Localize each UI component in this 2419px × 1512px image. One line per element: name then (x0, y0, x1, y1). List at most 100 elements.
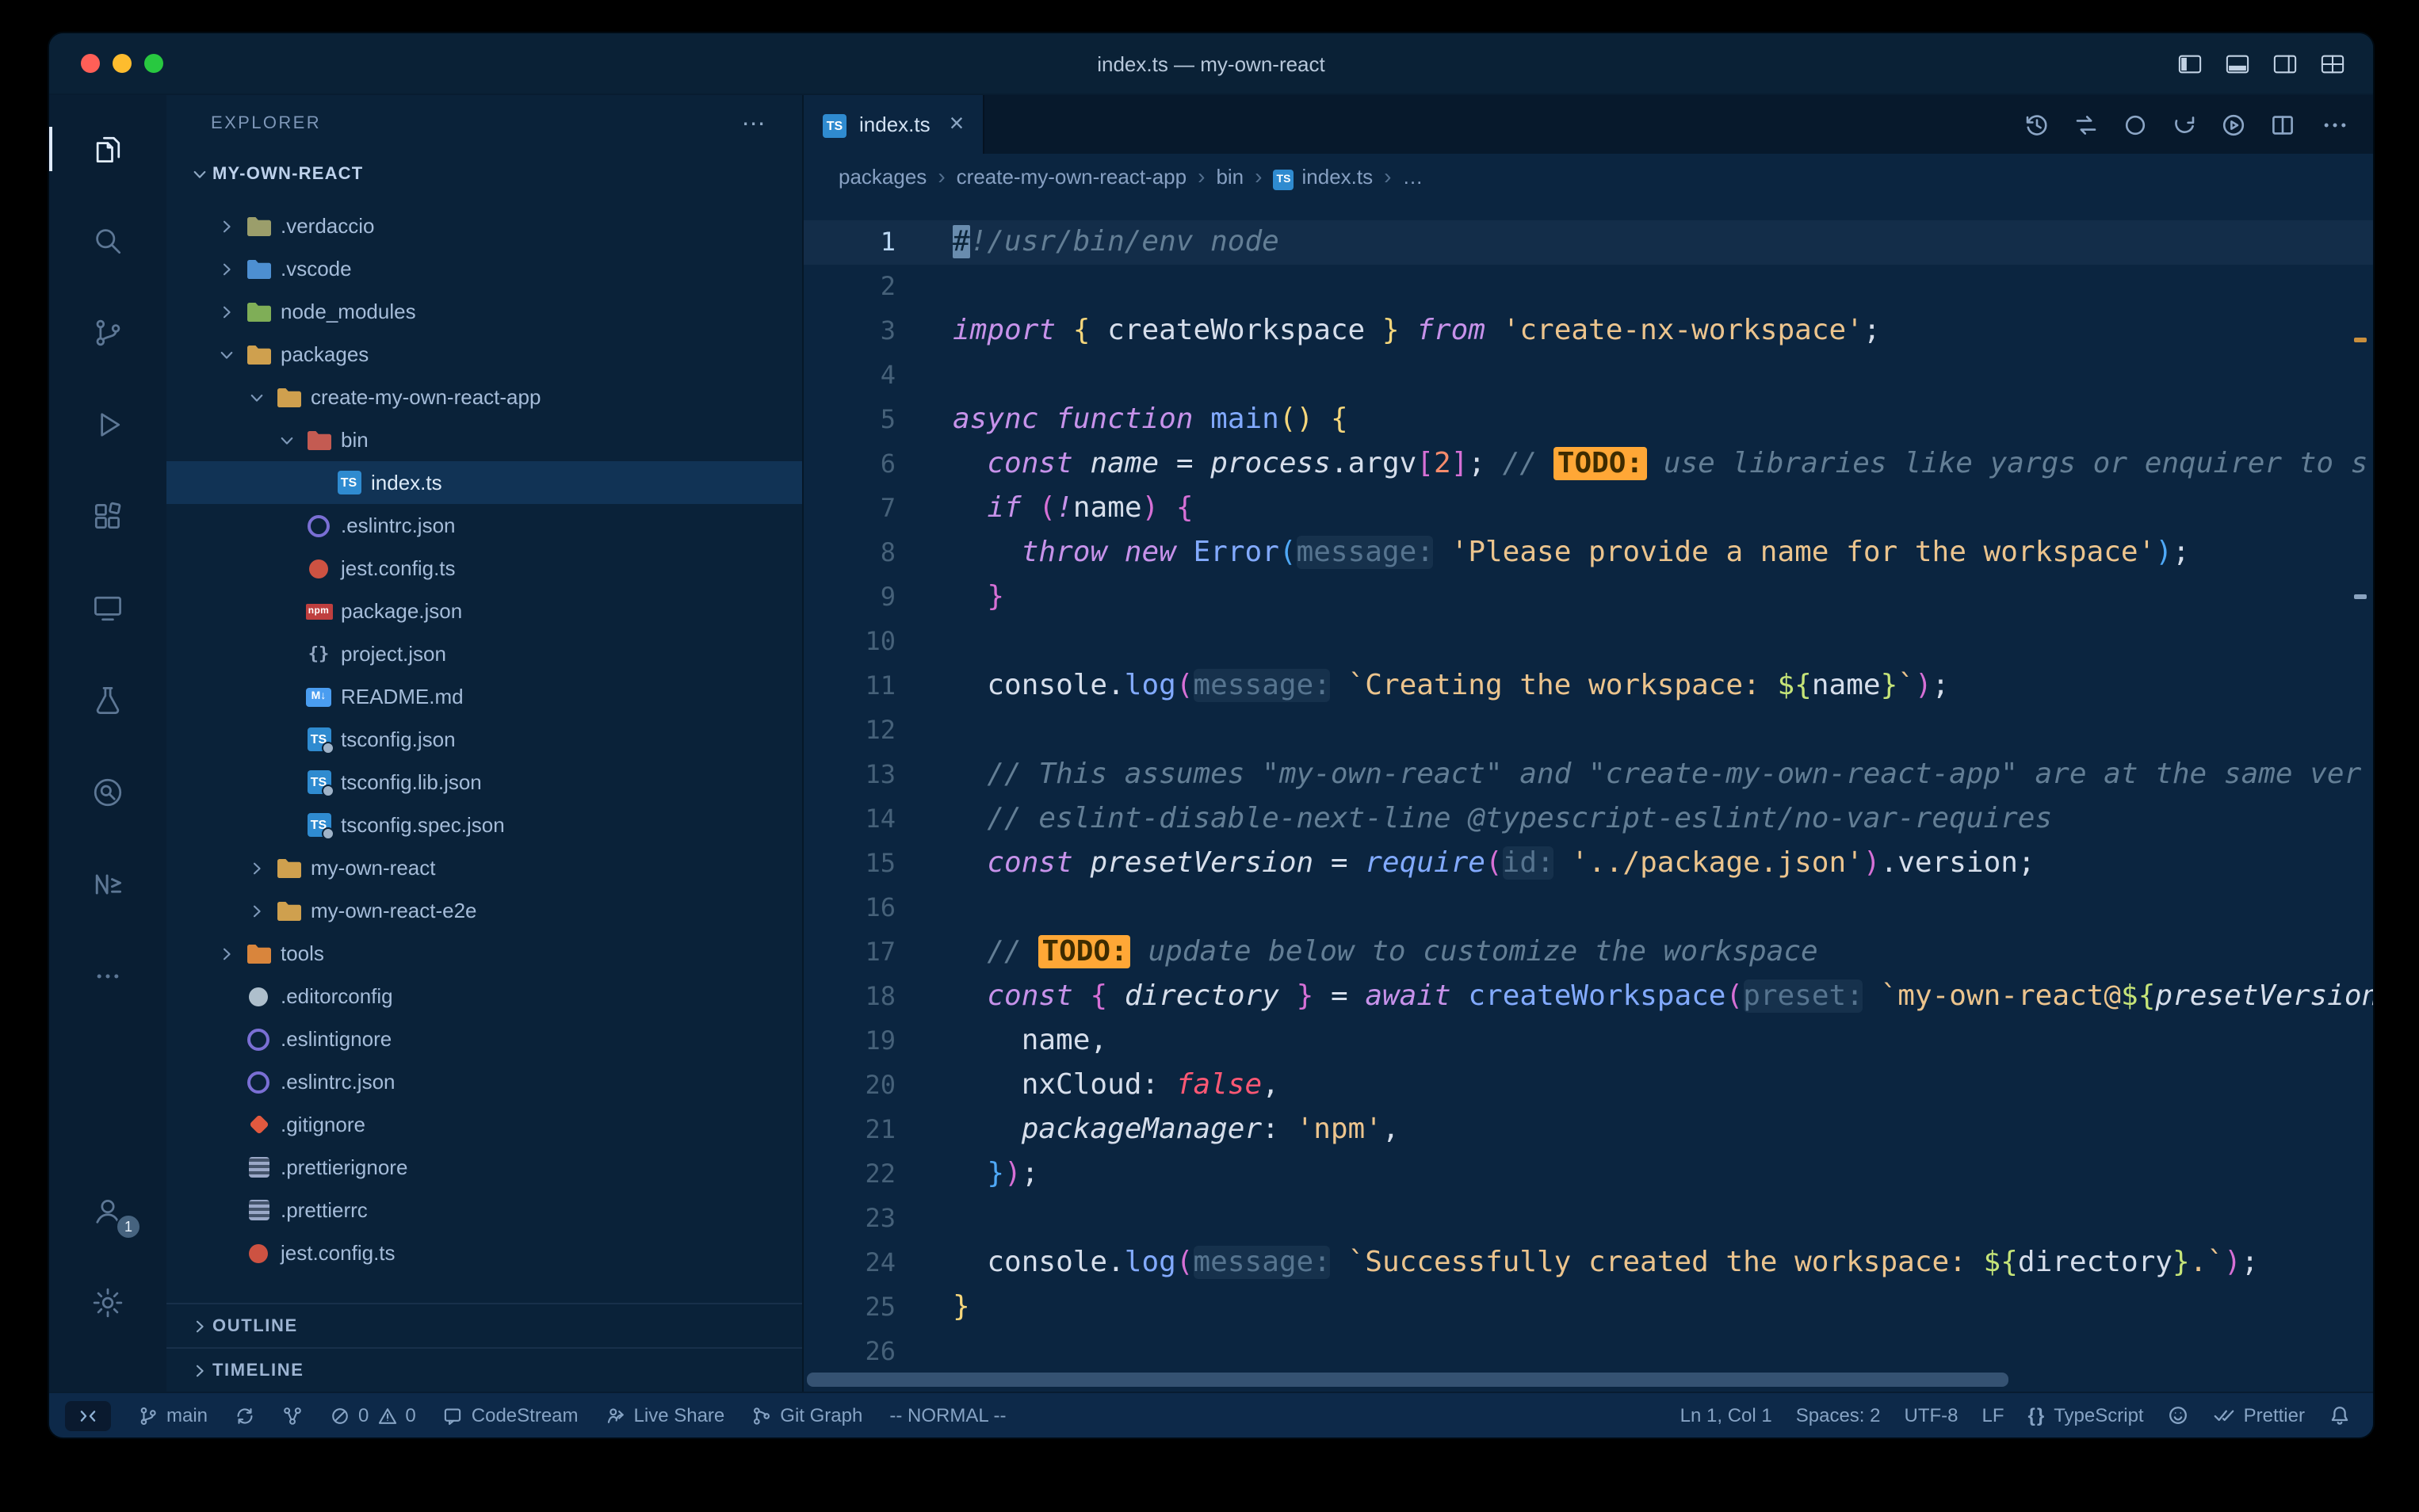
line-number[interactable]: 13 (804, 753, 896, 797)
open-changes-icon[interactable] (2073, 112, 2099, 137)
line-number[interactable]: 25 (804, 1285, 896, 1330)
breadcrumb-more[interactable]: … (1402, 164, 1423, 188)
tree-item-packages[interactable]: packages (166, 333, 802, 376)
code-line-23[interactable]: 23 (804, 1197, 2373, 1241)
tree-item-prettierignore[interactable]: .prettierignore (166, 1146, 802, 1189)
code-line-4[interactable]: 4 (804, 353, 2373, 398)
status-indentation[interactable]: Spaces: 2 (1796, 1404, 1881, 1426)
run-file-icon[interactable] (2221, 112, 2246, 137)
line-number[interactable]: 7 (804, 487, 896, 531)
line-number[interactable]: 11 (804, 664, 896, 708)
line-number[interactable]: 12 (804, 708, 896, 753)
tab-index-ts[interactable]: TS index.ts × (804, 95, 984, 154)
minimize-window-button[interactable] (113, 54, 132, 73)
close-window-button[interactable] (81, 54, 100, 73)
activity-testing[interactable] (49, 669, 166, 732)
breadcrumb-index-ts[interactable]: TSindex.ts (1274, 162, 1374, 189)
code-line-26[interactable]: 26 (804, 1330, 2373, 1374)
status-encoding[interactable]: UTF-8 (1905, 1404, 1959, 1426)
rerun-task-icon[interactable] (2172, 112, 2197, 137)
activity-remote-explorer[interactable] (49, 577, 166, 640)
code-line-3[interactable]: 3import { createWorkspace } from 'create… (804, 309, 2373, 353)
line-number[interactable]: 1 (804, 220, 896, 265)
status-live-share[interactable]: Live Share (606, 1404, 725, 1426)
code-line-11[interactable]: 11 console.log(message: `Creating the wo… (804, 664, 2373, 708)
status-language-mode[interactable]: {}TypeScript (2028, 1404, 2144, 1426)
activity-explorer[interactable] (49, 117, 166, 181)
chevron-down-icon[interactable] (241, 388, 271, 407)
status-remote-indicator[interactable] (65, 1400, 111, 1430)
tree-item-gitignore[interactable]: .gitignore (166, 1103, 802, 1146)
status-cursor-position[interactable]: Ln 1, Col 1 (1680, 1404, 1772, 1426)
chevron-right-icon[interactable] (211, 302, 241, 321)
tree-item-vscode[interactable]: .vscode (166, 247, 802, 290)
toggle-panel-icon[interactable] (2226, 52, 2249, 75)
code-line-24[interactable]: 24 console.log(message: `Successfully cr… (804, 1241, 2373, 1285)
code-line-17[interactable]: 17 // TODO: update below to customize th… (804, 930, 2373, 975)
chevron-right-icon[interactable] (211, 944, 241, 963)
more-actions-icon[interactable] (2319, 109, 2351, 140)
line-number[interactable]: 21 (804, 1108, 896, 1152)
chevron-right-icon[interactable] (241, 901, 271, 920)
breadcrumb-bin[interactable]: bin (1216, 164, 1244, 188)
tree-item-jest-config-ts[interactable]: jest.config.ts (166, 1231, 802, 1274)
line-number[interactable]: 5 (804, 398, 896, 442)
chevron-down-icon[interactable] (271, 430, 301, 449)
tree-item-prettierrc[interactable]: .prettierrc (166, 1189, 802, 1231)
line-number[interactable]: 26 (804, 1330, 896, 1374)
tree-item-verdaccio[interactable]: .verdaccio (166, 204, 802, 247)
tree-item-bin[interactable]: bin (166, 418, 802, 461)
line-number[interactable]: 9 (804, 575, 896, 620)
line-number[interactable]: 15 (804, 842, 896, 886)
toggle-primary-sidebar-icon[interactable] (2178, 52, 2202, 75)
activity-more-views[interactable] (49, 945, 166, 1008)
explorer-more-actions-icon[interactable]: ⋯ (742, 109, 767, 138)
line-number[interactable]: 22 (804, 1152, 896, 1197)
code-line-25[interactable]: 25} (804, 1285, 2373, 1330)
code-line-9[interactable]: 9 } (804, 575, 2373, 620)
outline-section[interactable]: OUTLINE (166, 1303, 802, 1347)
line-number[interactable]: 20 (804, 1063, 896, 1108)
tree-item-create-my-own-react-app[interactable]: create-my-own-react-app (166, 376, 802, 418)
code-line-10[interactable]: 10 (804, 620, 2373, 664)
toggle-secondary-sidebar-icon[interactable] (2273, 52, 2297, 75)
project-section-header[interactable]: MY-OWN-REACT (166, 152, 802, 195)
activity-nx-console[interactable] (49, 853, 166, 916)
tree-item-eslintignore[interactable]: .eslintignore (166, 1018, 802, 1060)
line-number[interactable]: 16 (804, 886, 896, 930)
line-number[interactable]: 3 (804, 309, 896, 353)
status-sync-changes[interactable] (235, 1405, 255, 1426)
code-line-1[interactable]: 1#!/usr/bin/env node (804, 220, 2373, 265)
chevron-right-icon[interactable] (211, 259, 241, 278)
code-line-14[interactable]: 14 // eslint-disable-next-line @typescri… (804, 797, 2373, 842)
line-number[interactable]: 4 (804, 353, 896, 398)
tree-item-my-own-react-e2e[interactable]: my-own-react-e2e (166, 889, 802, 932)
activity-gitlens[interactable] (49, 761, 166, 824)
activity-search[interactable] (49, 209, 166, 273)
code-line-13[interactable]: 13 // This assumes "my-own-react" and "c… (804, 753, 2373, 797)
code-line-19[interactable]: 19 name, (804, 1019, 2373, 1063)
tree-item-project-json[interactable]: {}project.json (166, 632, 802, 675)
code-line-2[interactable]: 2 (804, 265, 2373, 309)
line-number[interactable]: 2 (804, 265, 896, 309)
tree-item-eslintrc-json[interactable]: .eslintrc.json (166, 1060, 802, 1103)
code-line-20[interactable]: 20 nxCloud: false, (804, 1063, 2373, 1108)
tree-item-tsconfig-json[interactable]: TStsconfig.json (166, 718, 802, 761)
code-line-22[interactable]: 22 }); (804, 1152, 2373, 1197)
code-line-21[interactable]: 21 packageManager: 'npm', (804, 1108, 2373, 1152)
status-codestream[interactable]: CodeStream (443, 1404, 579, 1426)
status-feedback[interactable] (2168, 1404, 2190, 1426)
code-line-15[interactable]: 15 const presetVersion = require(id: '..… (804, 842, 2373, 886)
timeline-section[interactable]: TIMELINE (166, 1347, 802, 1392)
status-git-graph-view[interactable] (282, 1405, 303, 1426)
line-number[interactable]: 17 (804, 930, 896, 975)
tree-item-my-own-react[interactable]: my-own-react (166, 846, 802, 889)
code-line-7[interactable]: 7 if (!name) { (804, 487, 2373, 531)
code-line-12[interactable]: 12 (804, 708, 2373, 753)
breadcrumb-create-my-own-react-app[interactable]: create-my-own-react-app (957, 164, 1187, 188)
status-prettier[interactable]: Prettier (2214, 1404, 2305, 1426)
tree-item-node-modules[interactable]: node_modules (166, 290, 802, 333)
tree-item-editorconfig[interactable]: .editorconfig (166, 975, 802, 1018)
tree-item-jest-config-ts[interactable]: jest.config.ts (166, 547, 802, 590)
line-number[interactable]: 10 (804, 620, 896, 664)
